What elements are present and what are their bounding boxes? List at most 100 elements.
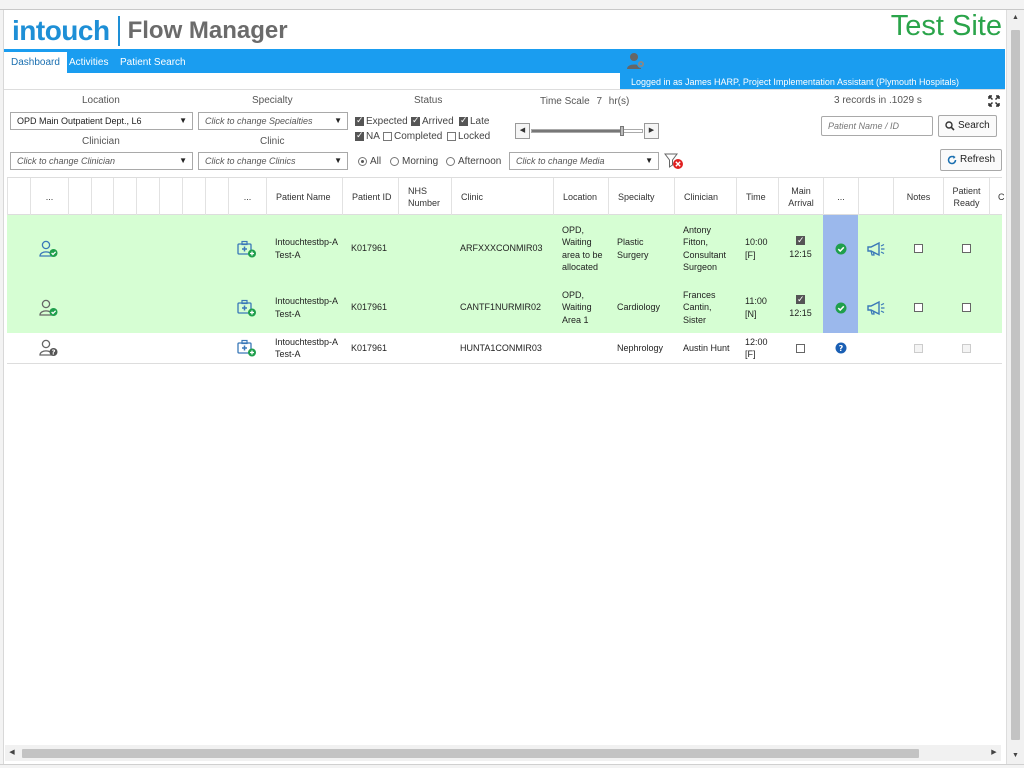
status-arrived-label: Arrived: [422, 116, 454, 127]
tab-dashboard[interactable]: Dashboard: [4, 52, 67, 73]
medical-case-add-icon[interactable]: [228, 282, 266, 333]
slider-increase-button[interactable]: ▶: [644, 123, 659, 139]
clinician-cell: Austin Hunt: [683, 342, 730, 353]
header-patient-name[interactable]: Patient Name: [266, 178, 342, 216]
session-all-radio[interactable]: All: [358, 156, 381, 167]
svg-text:?: ?: [51, 349, 55, 357]
notes-checkbox[interactable]: [913, 244, 923, 253]
status-expected-checkbox[interactable]: Expected: [355, 115, 408, 127]
search-icon: [945, 121, 955, 131]
location-cell: OPD, Waiting area to be allocated: [562, 224, 603, 273]
arrival-checkbox[interactable]: [796, 234, 805, 247]
scroll-right-arrow[interactable]: ▶: [987, 745, 1001, 761]
clinician-cell: Frances Cantin, Sister: [683, 289, 716, 325]
filter-clear-icon[interactable]: [664, 153, 684, 170]
browser-frame-bottom: [0, 764, 1024, 768]
check-circle-icon[interactable]: [823, 282, 858, 333]
status-na-checkbox[interactable]: NA: [355, 130, 380, 142]
scroll-up-arrow[interactable]: ▲: [1007, 10, 1024, 26]
slider-decrease-button[interactable]: ◀: [515, 123, 530, 139]
specialty-select-placeholder: Click to change Specialties: [205, 116, 313, 126]
search-button[interactable]: Search: [938, 115, 997, 137]
status-arrived-checkbox[interactable]: Arrived: [411, 115, 454, 127]
patient-name-cell[interactable]: Intouchtestbp-A Test-A: [266, 282, 342, 333]
header-col-dots-1[interactable]: ...: [30, 178, 68, 216]
scroll-left-arrow[interactable]: ◀: [5, 745, 19, 761]
person-check-icon[interactable]: [30, 215, 68, 282]
patient-ready-checkbox[interactable]: [961, 244, 971, 253]
notes-checkbox[interactable]: [913, 343, 923, 353]
slider-track[interactable]: [531, 126, 643, 136]
megaphone-icon[interactable]: [858, 282, 893, 333]
patient-name-cell[interactable]: Intouchtestbp-A Test-A: [266, 333, 342, 363]
header-clinic[interactable]: Clinic: [451, 178, 553, 216]
arrival-checkbox[interactable]: [796, 343, 805, 353]
user-settings-icon[interactable]: [626, 52, 646, 70]
header-col-cut[interactable]: C: [989, 178, 1005, 216]
chevron-down-icon: ▼: [334, 116, 342, 125]
status-late-checkbox[interactable]: Late: [459, 115, 489, 127]
header-patient-ready[interactable]: Patient Ready: [943, 178, 989, 216]
specialty-select[interactable]: Click to change Specialties ▼: [198, 112, 348, 130]
checkbox-box: [355, 130, 364, 141]
time-scale-slider[interactable]: ◀ ▶: [515, 123, 659, 139]
question-circle-icon[interactable]: ?: [823, 333, 858, 363]
fullscreen-icon[interactable]: [988, 95, 1000, 107]
vertical-scroll-thumb[interactable]: [1011, 30, 1020, 740]
arrival-checkbox[interactable]: [796, 293, 805, 306]
app-logo: intouch Flow Manager: [12, 14, 288, 48]
header-nhs-number[interactable]: NHS Number: [398, 178, 451, 216]
megaphone-icon[interactable]: [858, 215, 893, 282]
refresh-icon: [947, 155, 957, 165]
session-morning-radio[interactable]: Morning: [390, 156, 438, 167]
clinic-cell: CANTF1NURMIR02: [460, 302, 542, 313]
search-button-label: Search: [958, 120, 990, 131]
header-patient-id[interactable]: Patient ID: [342, 178, 398, 216]
specialty-label: Specialty: [252, 95, 293, 106]
clinician-select[interactable]: Click to change Clinician ▼: [10, 152, 193, 170]
refresh-button[interactable]: Refresh: [940, 149, 1003, 171]
patient-ready-cell: [943, 333, 989, 363]
clinic-select[interactable]: Click to change Clinics ▼: [198, 152, 348, 170]
vertical-scrollbar[interactable]: ▲ ▼: [1006, 10, 1024, 768]
dashboard-grid: ... ... Patient Name Patient ID NHS Numb…: [7, 177, 1005, 364]
scroll-down-arrow[interactable]: ▼: [1007, 748, 1024, 764]
status-completed-checkbox[interactable]: Completed: [383, 131, 442, 142]
medical-case-add-icon[interactable]: [228, 215, 266, 282]
header-notes[interactable]: Notes: [893, 178, 943, 216]
chevron-down-icon: ▼: [179, 156, 187, 165]
header-col-dots-3[interactable]: ...: [823, 178, 858, 216]
header-specialty[interactable]: Specialty: [608, 178, 674, 216]
person-check-icon[interactable]: [30, 282, 68, 333]
nhs-number-cell: [398, 282, 451, 333]
horizontal-scroll-thumb[interactable]: [22, 749, 919, 758]
header-clinician[interactable]: Clinician: [674, 178, 736, 216]
session-afternoon-radio[interactable]: Afternoon: [446, 156, 501, 167]
tab-patient-search[interactable]: Patient Search: [113, 52, 193, 73]
clinic-cell: ARFXXXCONMIR03: [460, 243, 543, 254]
header-location[interactable]: Location: [553, 178, 608, 216]
header-col-dots-2[interactable]: ...: [228, 178, 266, 216]
table-row[interactable]: ? Intouchtestbp-A Test-A K017961 HUNTA1C…: [7, 333, 1002, 363]
table-row[interactable]: Intouchtestbp-A Test-A K017961 ARFXXXCON…: [7, 215, 1002, 282]
header-main-arrival[interactable]: Main Arrival: [778, 178, 823, 216]
slider-thumb[interactable]: [620, 126, 624, 136]
location-select[interactable]: OPD Main Outpatient Dept., L6 ▼: [10, 112, 193, 130]
patient-search-input[interactable]: Patient Name / ID: [821, 116, 933, 136]
media-select[interactable]: Click to change Media ▼: [509, 152, 659, 170]
patient-name-cell[interactable]: Intouchtestbp-A Test-A: [266, 215, 342, 282]
patient-ready-checkbox[interactable]: [961, 303, 971, 312]
clinic-select-placeholder: Click to change Clinics: [205, 156, 296, 166]
person-question-icon[interactable]: ?: [30, 333, 68, 363]
check-circle-icon[interactable]: [823, 215, 858, 282]
main-arrival-cell: 12:15: [778, 282, 823, 333]
header-time[interactable]: Time: [736, 178, 778, 216]
horizontal-scrollbar[interactable]: ◀ ▶: [5, 745, 1001, 761]
status-locked-checkbox[interactable]: Locked: [447, 131, 490, 142]
medical-case-add-icon[interactable]: [228, 333, 266, 363]
time-scale-text: Time Scale: [540, 96, 590, 107]
notes-checkbox[interactable]: [913, 303, 923, 312]
table-row[interactable]: Intouchtestbp-A Test-A K017961 CANTF1NUR…: [7, 282, 1002, 333]
tab-activities[interactable]: Activities: [62, 52, 115, 73]
patient-ready-checkbox[interactable]: [961, 343, 971, 353]
